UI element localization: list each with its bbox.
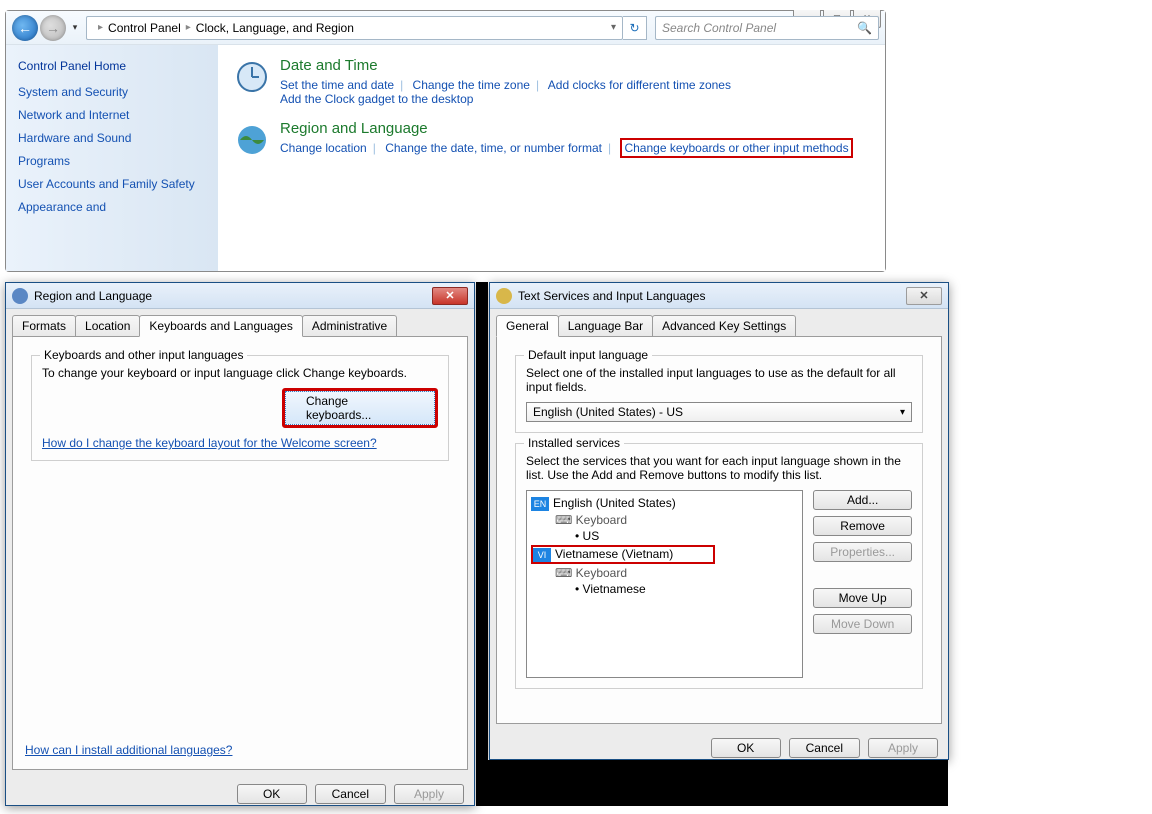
text-services-dialog: Text Services and Input Languages ✕ Gene…: [489, 282, 949, 760]
change-keyboards-button[interactable]: Change keyboards...: [282, 388, 438, 428]
toolbar: ← → ▾ ▸ Control Panel ▸ Clock, Language,…: [6, 11, 885, 45]
sidebar: Control Panel Home System and Security N…: [6, 45, 218, 271]
close-button[interactable]: ✕: [906, 287, 942, 305]
group-keyboards-title: Keyboards and other input languages: [40, 348, 247, 362]
tab-keyboards-languages[interactable]: Keyboards and Languages: [139, 315, 302, 337]
installed-services-tree[interactable]: ENEnglish (United States) ⌨ Keyboard • U…: [526, 490, 803, 678]
breadcrumb-control-panel[interactable]: Control Panel: [108, 21, 181, 35]
tab-general[interactable]: General: [496, 315, 559, 337]
group-default-lang-desc: Select one of the installed input langua…: [526, 366, 912, 394]
link-add-clocks[interactable]: Add clocks for different time zones: [548, 78, 731, 92]
tree-lang-vietnamese[interactable]: Vietnamese (Vietnam): [555, 547, 673, 561]
tree-keyboard-label: Keyboard: [576, 513, 627, 527]
category-region-language[interactable]: Region and Language: [280, 120, 853, 137]
remove-button[interactable]: Remove: [813, 516, 912, 536]
group-installed-title: Installed services: [524, 436, 624, 450]
tab-language-bar[interactable]: Language Bar: [558, 315, 653, 336]
sidebar-item-users[interactable]: User Accounts and Family Safety: [18, 177, 206, 191]
tree-kb-us[interactable]: US: [583, 529, 600, 543]
default-language-select[interactable]: English (United States) - US: [526, 402, 912, 422]
link-change-location[interactable]: Change location: [280, 141, 367, 155]
tab-advanced-key[interactable]: Advanced Key Settings: [652, 315, 796, 336]
globe-icon: [12, 288, 28, 304]
back-button[interactable]: ←: [12, 15, 38, 41]
sidebar-item-network[interactable]: Network and Internet: [18, 108, 206, 122]
apply-button[interactable]: Apply: [868, 738, 938, 758]
tree-kb-vietnamese[interactable]: Vietnamese: [583, 582, 646, 596]
divider: [476, 282, 488, 806]
search-icon: 🔍: [857, 21, 872, 35]
sidebar-item-hardware[interactable]: Hardware and Sound: [18, 131, 206, 145]
clock-icon: [232, 57, 272, 97]
control-panel-home-link[interactable]: Control Panel Home: [18, 59, 206, 73]
link-change-keyboards[interactable]: Change keyboards or other input methods: [620, 138, 852, 158]
properties-button[interactable]: Properties...: [813, 542, 912, 562]
group-keyboards-desc: To change your keyboard or input languag…: [42, 366, 438, 380]
keyboard-icon: [496, 288, 512, 304]
cancel-button[interactable]: Cancel: [315, 784, 386, 804]
dialog-title: Text Services and Input Languages: [518, 289, 705, 303]
tab-formats[interactable]: Formats: [12, 315, 76, 336]
breadcrumb-clock-lang-region[interactable]: Clock, Language, and Region: [196, 21, 354, 35]
refresh-button[interactable]: ↻: [623, 16, 647, 40]
globe-icon: [232, 120, 272, 160]
link-add-clock-gadget[interactable]: Add the Clock gadget to the desktop: [280, 92, 473, 106]
ok-button[interactable]: OK: [237, 784, 307, 804]
apply-button[interactable]: Apply: [394, 784, 464, 804]
close-button[interactable]: ✕: [432, 287, 468, 305]
help-install-languages-link[interactable]: How can I install additional languages?: [25, 743, 232, 757]
sidebar-item-system[interactable]: System and Security: [18, 85, 206, 99]
move-up-button[interactable]: Move Up: [813, 588, 912, 608]
tree-keyboard-label: Keyboard: [576, 566, 627, 580]
main-content: Date and Time Set the time and date| Cha…: [218, 45, 885, 271]
control-panel-window: — ▢ ✕ ← → ▾ ▸ Control Panel ▸ Clock, Lan…: [5, 10, 886, 272]
divider: [476, 760, 948, 806]
add-button[interactable]: Add...: [813, 490, 912, 510]
sidebar-item-programs[interactable]: Programs: [18, 154, 206, 168]
category-date-time[interactable]: Date and Time: [280, 57, 731, 74]
sidebar-item-appearance[interactable]: Appearance and: [18, 200, 206, 214]
search-input[interactable]: Search Control Panel 🔍: [655, 16, 879, 40]
region-language-dialog: Region and Language ✕ Formats Location K…: [5, 282, 475, 806]
tree-lang-english[interactable]: English (United States): [553, 496, 676, 510]
link-change-date-format[interactable]: Change the date, time, or number format: [385, 141, 602, 155]
nav-history-dropdown[interactable]: ▾: [70, 22, 80, 33]
group-installed-desc: Select the services that you want for ea…: [526, 454, 912, 482]
link-change-time-zone[interactable]: Change the time zone: [413, 78, 530, 92]
link-set-time-date[interactable]: Set the time and date: [280, 78, 394, 92]
en-badge: EN: [531, 497, 549, 511]
move-down-button[interactable]: Move Down: [813, 614, 912, 634]
tab-administrative[interactable]: Administrative: [302, 315, 397, 336]
group-default-lang-title: Default input language: [524, 348, 652, 362]
cancel-button[interactable]: Cancel: [789, 738, 860, 758]
vi-badge: VI: [533, 548, 551, 562]
ok-button[interactable]: OK: [711, 738, 781, 758]
dialog-title: Region and Language: [34, 289, 152, 303]
address-bar[interactable]: ▸ Control Panel ▸ Clock, Language, and R…: [86, 16, 623, 40]
help-welcome-screen-link[interactable]: How do I change the keyboard layout for …: [42, 436, 377, 450]
forward-button[interactable]: →: [40, 15, 66, 41]
tab-location[interactable]: Location: [75, 315, 140, 336]
